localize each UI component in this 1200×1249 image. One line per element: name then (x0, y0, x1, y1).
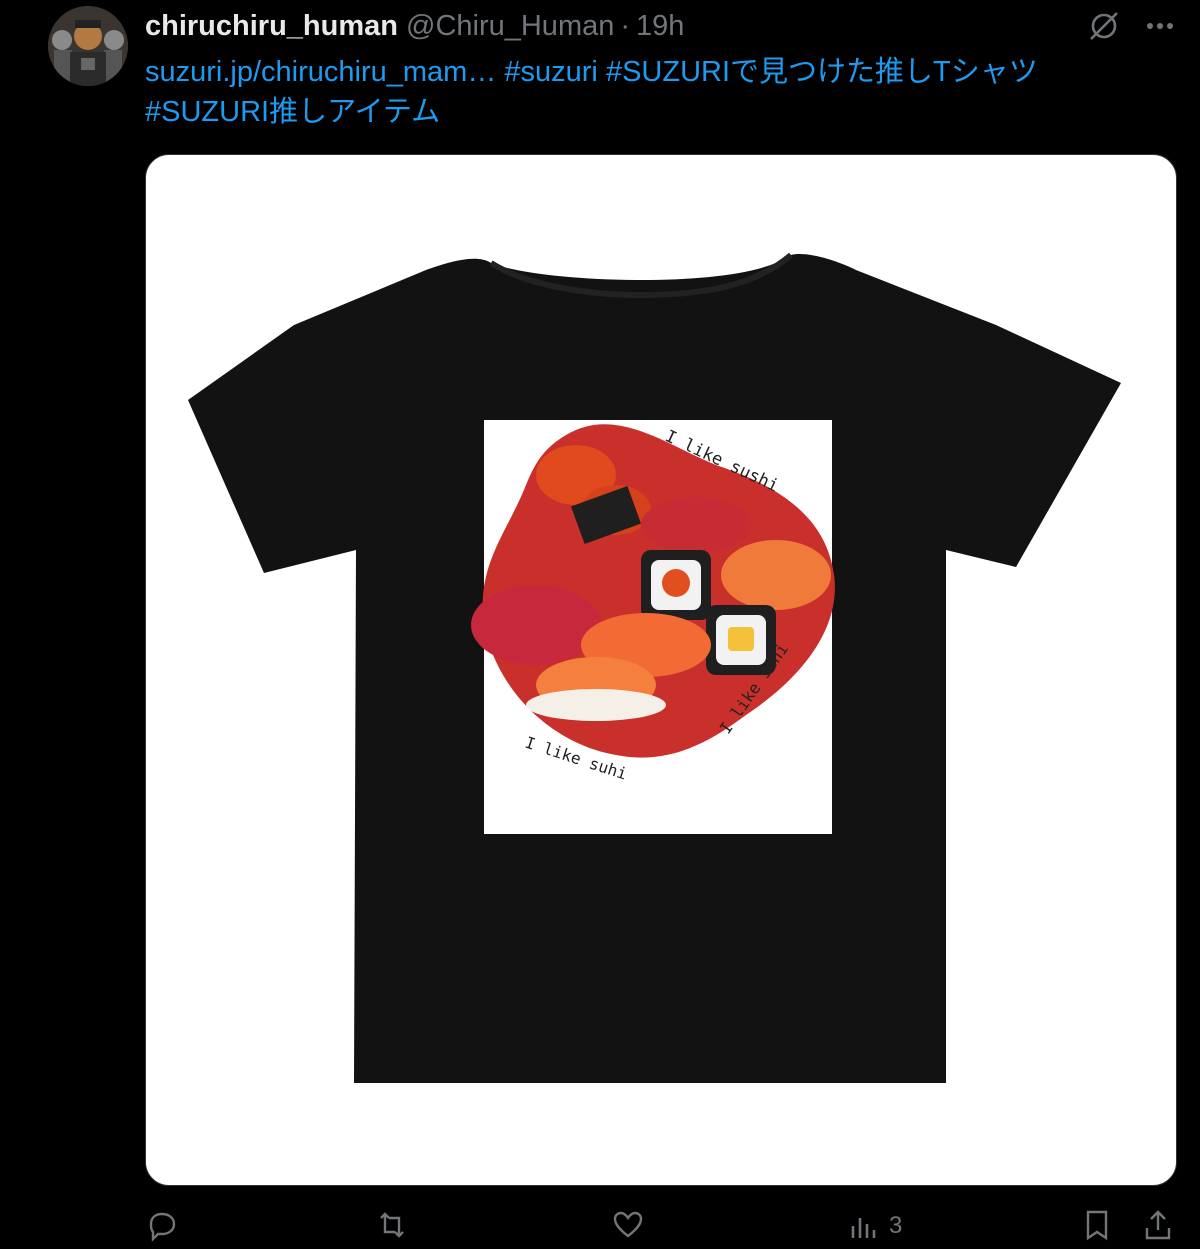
more-icon[interactable] (1140, 8, 1180, 44)
avatar[interactable] (48, 6, 128, 86)
timestamp[interactable]: 19h (636, 10, 684, 43)
views-count: 3 (889, 1212, 903, 1239)
hashtag-item[interactable]: #SUZURI推しアイテム (145, 96, 440, 128)
views-icon (847, 1208, 881, 1249)
bookmark-button[interactable] (1080, 1208, 1114, 1241)
retweet-button[interactable] (375, 1208, 409, 1238)
tweet-text: suzuri.jp/chiruchiru_mam… #suzuri #SUZUR… (145, 52, 1155, 132)
grok-icon[interactable] (1086, 8, 1122, 44)
handle[interactable]: @Chiru_Human (406, 10, 614, 43)
tweet-media-image[interactable]: I like sushi I like suhi I like suhi (145, 154, 1177, 1186)
hashtag-tshirt[interactable]: #SUZURIで見つけた推しTシャツ (606, 56, 1038, 88)
reply-icon (145, 1208, 179, 1249)
tweet-header: chiruchiru_human @Chiru_Human · 19h (145, 8, 684, 44)
like-button[interactable] (611, 1208, 645, 1238)
retweet-icon (375, 1208, 409, 1249)
views-button[interactable]: 3 (847, 1208, 903, 1239)
post-link[interactable]: suzuri.jp/chiruchiru_mam… (145, 56, 496, 88)
action-bar: 3 (145, 1208, 1185, 1242)
bookmark-icon (1080, 1208, 1114, 1249)
like-icon (611, 1208, 645, 1249)
reply-button[interactable] (145, 1208, 179, 1242)
display-name[interactable]: chiruchiru_human (145, 10, 398, 43)
share-button[interactable] (1141, 1208, 1175, 1240)
share-icon (1141, 1208, 1175, 1249)
separator-dot: · (620, 9, 631, 42)
hashtag-suzuri[interactable]: #suzuri (504, 56, 598, 88)
